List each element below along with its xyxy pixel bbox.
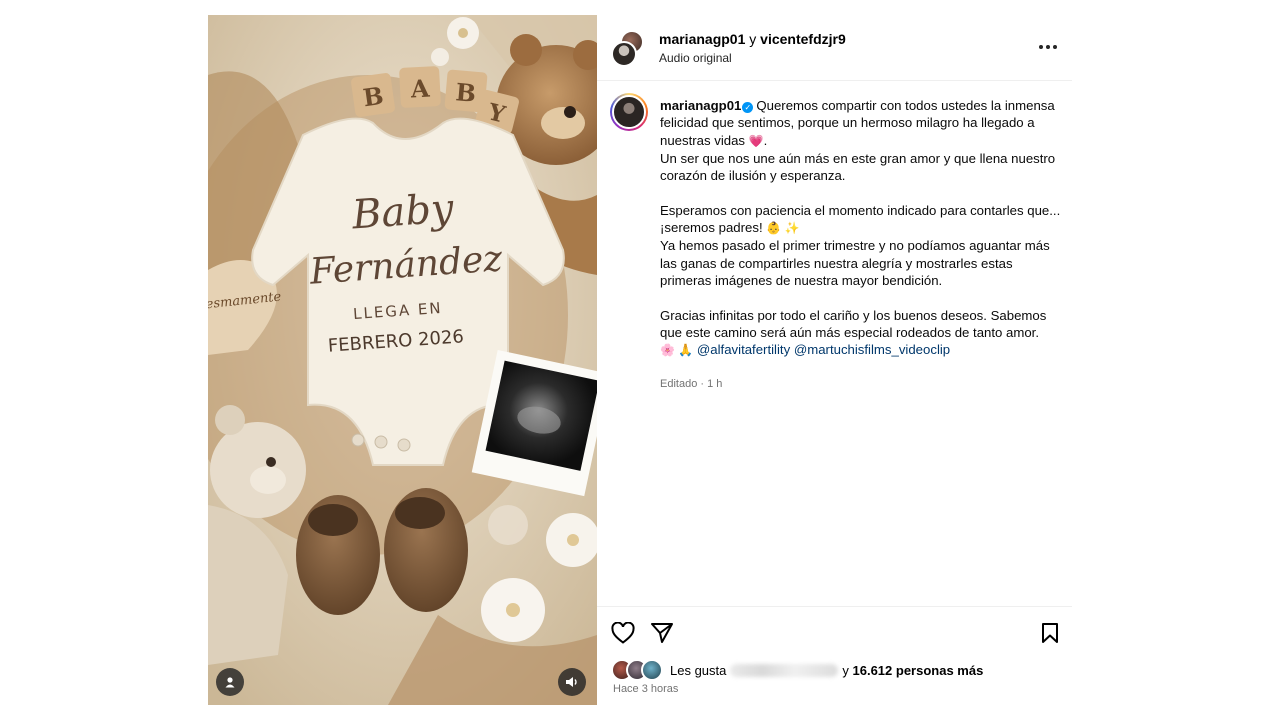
onesie-baby-text: Baby (350, 185, 457, 238)
baby-sparkles-emoji-icon: 👶 ✨ (766, 221, 800, 236)
more-horizontal-icon[interactable] (1034, 35, 1062, 59)
username-link[interactable]: vicentefdzjr9 (760, 31, 846, 47)
avatar (641, 659, 663, 681)
caption-p5: Gracias infinitas por todo el cariño y l… (660, 307, 1047, 340)
heart-emoji-icon: 💗 (748, 133, 764, 148)
user-tag-icon[interactable] (216, 668, 244, 696)
mention-link[interactable]: @alfavitafertility (697, 342, 790, 357)
block-letter-b2: B (454, 77, 477, 108)
avatar[interactable] (611, 41, 637, 67)
flower-pray-emoji-icon: 🌸 🙏 (660, 343, 694, 358)
send-icon[interactable] (648, 619, 676, 647)
post-actions: Les gusta y 16.612 personas más Hace 3 ho… (597, 606, 1072, 706)
username-link[interactable]: marianagp01 (659, 31, 745, 47)
blurred-username (730, 663, 839, 677)
post-media[interactable]: B A B Y esmamente Baby Fernández LLEGA E… (208, 15, 597, 705)
collab-usernames: marianagp01 y vicentefdzjr9 (659, 31, 846, 47)
block-letter-b: B (361, 81, 385, 113)
caption-p1-end: . (763, 132, 768, 148)
post-header: marianagp01 y vicentefdzjr9 Audio origin… (597, 15, 1072, 81)
post-side-panel: marianagp01 y vicentefdzjr9 Audio origin… (597, 15, 1072, 705)
likes-prefix: Les gusta (670, 662, 727, 678)
speaker-icon[interactable] (558, 668, 586, 696)
likes-count[interactable]: 16.612 personas más (853, 663, 984, 678)
edited-timestamp: Editado · 1 h (660, 378, 723, 390)
caption-p4: Ya hemos pasado el primer trimestre y no… (660, 238, 1050, 288)
caption-p3: Esperamos con paciencia el momento indic… (660, 202, 1061, 236)
collab-avatars[interactable] (611, 30, 644, 67)
post-image: B A B Y esmamente Baby Fernández LLEGA E… (208, 15, 597, 705)
post-time[interactable]: Hace 3 horas (613, 683, 678, 695)
heart-icon[interactable] (609, 619, 637, 647)
caption-avatar[interactable] (610, 93, 648, 131)
names-joiner: y (749, 31, 757, 47)
audio-link[interactable]: Audio original (659, 51, 732, 65)
block-letter-a: A (409, 74, 430, 104)
caption-p2: Un ser que nos une aún más en este gran … (660, 150, 1056, 184)
likes-summary[interactable]: Les gusta y 16.612 personas más (611, 659, 983, 681)
verified-badge-icon: ✓ (742, 102, 754, 113)
bookmark-icon[interactable] (1036, 619, 1064, 647)
likes-joiner: y (842, 662, 849, 678)
caption-username[interactable]: marianagp01 (660, 98, 741, 113)
likes-text: Les gusta y 16.612 personas más (670, 663, 983, 678)
mention-link[interactable]: @martuchisfilms_videoclip (794, 342, 950, 357)
post-caption: marianagp01 ✓ Queremos compartir con todos… (660, 97, 1062, 359)
